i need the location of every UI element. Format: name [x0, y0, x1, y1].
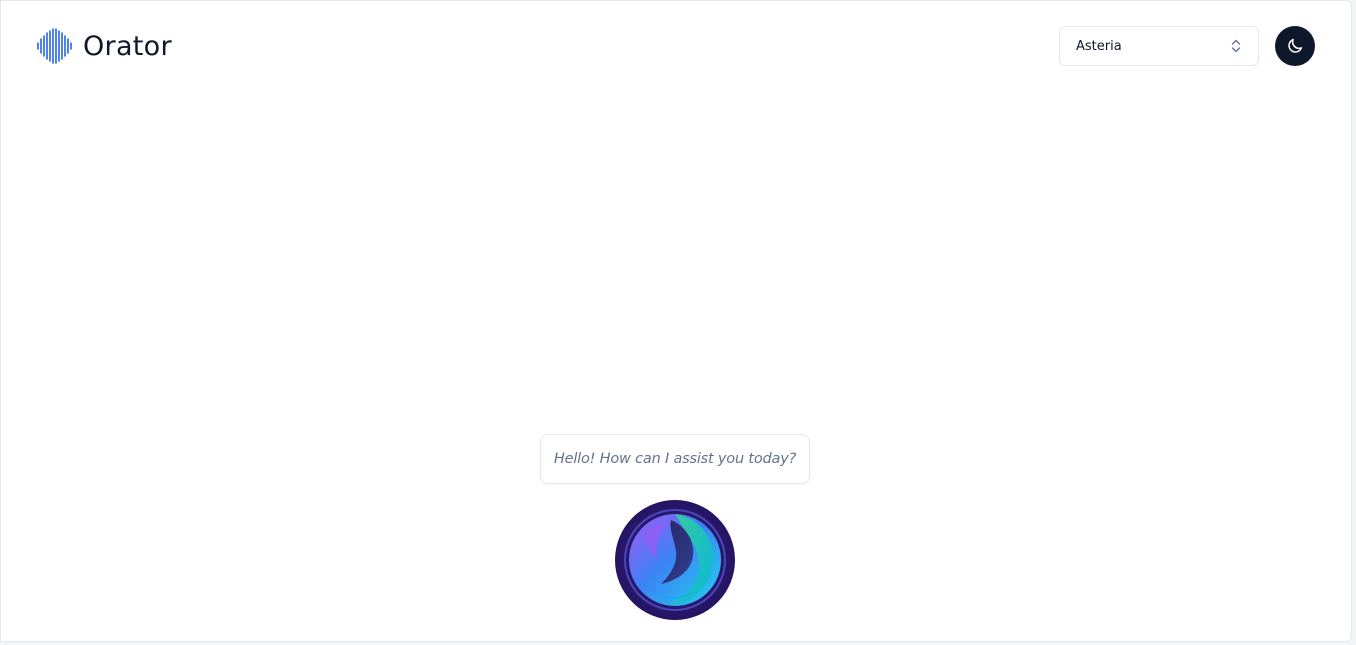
- brand[interactable]: Orator: [36, 27, 172, 65]
- moon-icon: [1288, 38, 1303, 53]
- waveform-icon: [37, 28, 72, 64]
- assistant-greeting: Hello! How can I assist you today?: [553, 451, 797, 467]
- app-window: Orator Asteria Hello! How can I assist y…: [0, 0, 1352, 642]
- voice-select-value: Asteria: [1076, 38, 1122, 54]
- voice-select[interactable]: Asteria: [1059, 26, 1259, 66]
- chevrons-up-down-icon: [1231, 39, 1241, 53]
- app-name: Orator: [83, 30, 172, 62]
- theme-toggle-button[interactable]: [1275, 26, 1315, 66]
- assistant-avatar-orb[interactable]: [615, 500, 735, 620]
- assistant-message-bubble: Hello! How can I assist you today?: [540, 434, 810, 484]
